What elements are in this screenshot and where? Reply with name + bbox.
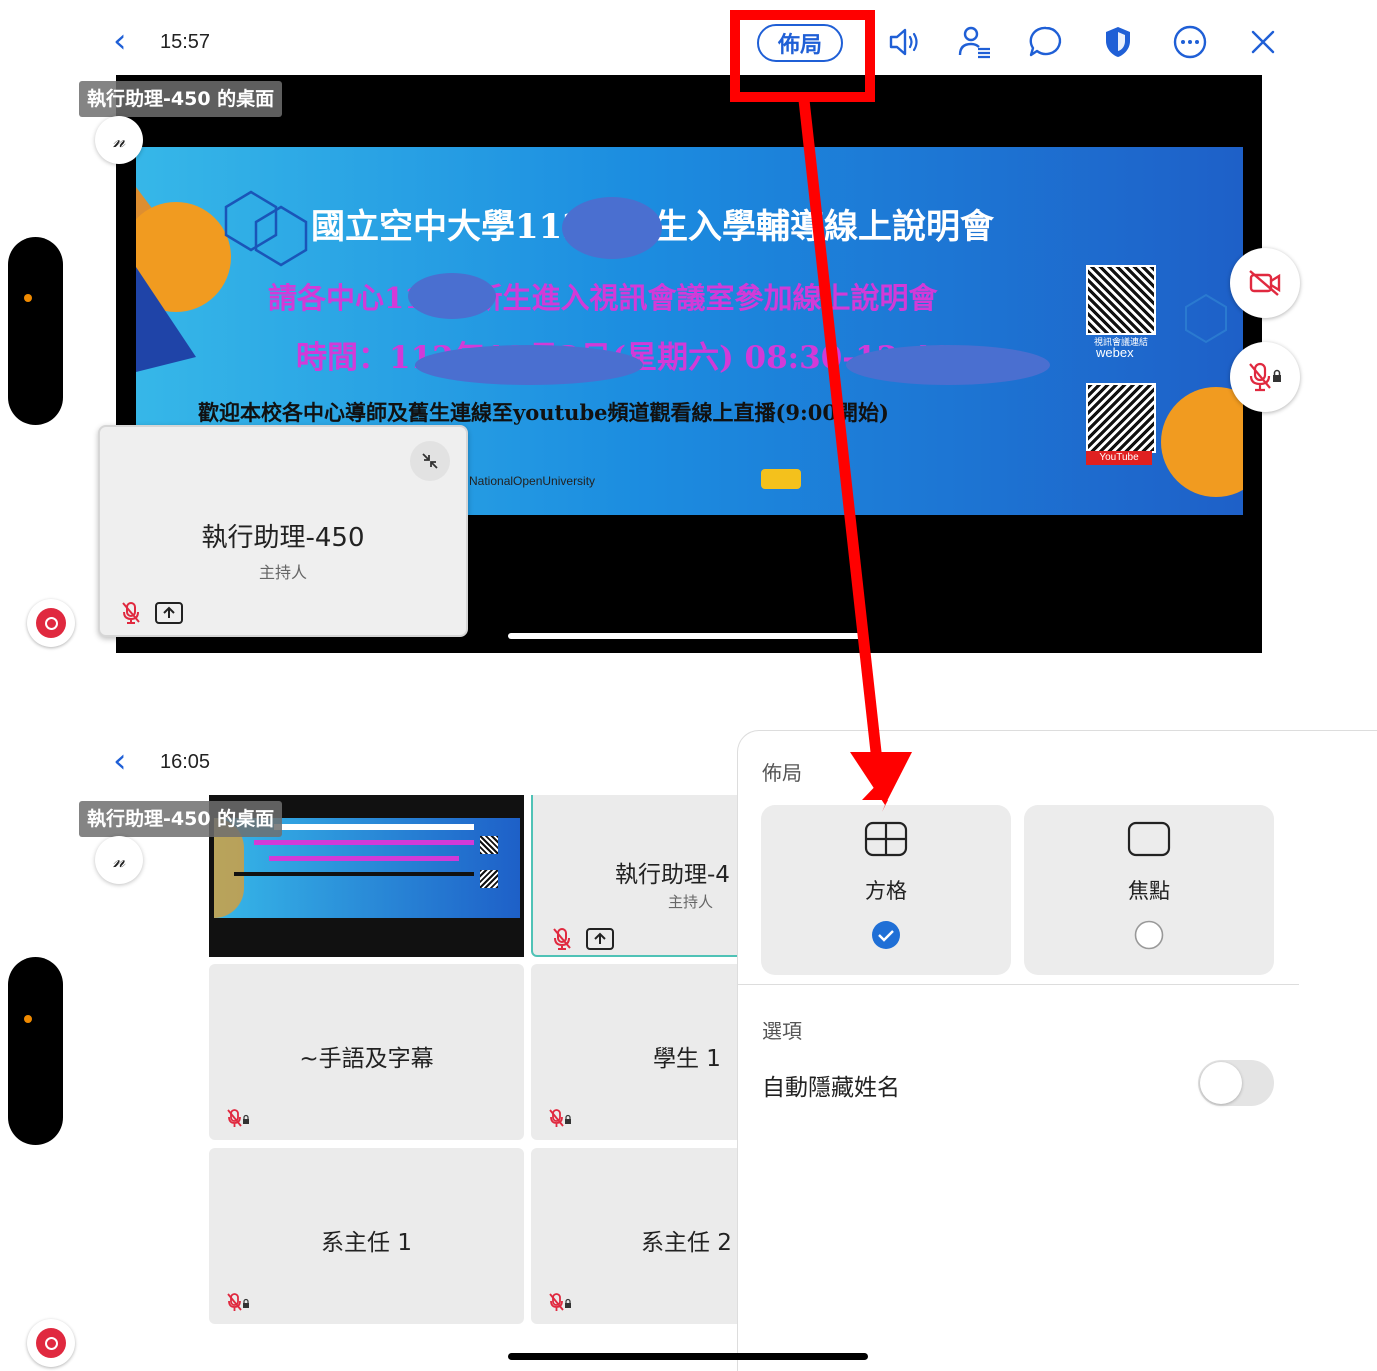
redaction-mark [408, 273, 496, 319]
status-dot [24, 1015, 32, 1023]
youtube-qr-code [1086, 383, 1156, 453]
mic-locked-button[interactable] [1230, 342, 1300, 412]
thumbnail-qr [480, 870, 498, 888]
participant-name: 系主任 2 [641, 1230, 732, 1256]
redaction-mark [846, 345, 1050, 385]
meeting-time: 15:57 [160, 31, 211, 53]
participant-tile[interactable]: ~手語及字幕 [209, 964, 524, 1140]
record-button[interactable] [27, 599, 75, 647]
share-owner-label: 執行助理-450 的桌面 [79, 801, 283, 837]
self-tile-role: 主持人 [258, 563, 307, 582]
minimize-icon[interactable] [410, 441, 450, 481]
mic-muted-icon [122, 602, 140, 624]
mic-muted-locked-icon [227, 1293, 249, 1311]
security-shield-icon[interactable] [1098, 22, 1138, 62]
host-video-tile[interactable]: 執行助理-4 主持人 [531, 795, 761, 957]
back-chevron-icon[interactable]: ‹ [113, 24, 127, 58]
thumbnail-qr [480, 836, 498, 854]
auto-hide-names-label: 自動隱藏姓名 [762, 1075, 900, 1101]
share-screen-icon [155, 602, 183, 624]
record-button[interactable] [27, 1319, 75, 1367]
mic-muted-locked-icon [227, 1109, 249, 1127]
focus-option-label: 焦點 [1128, 879, 1170, 903]
thumbnail-line [269, 856, 459, 861]
self-tile-name: 執行助理-450 [201, 523, 365, 553]
home-indicator [508, 633, 868, 639]
chat-icon[interactable] [1026, 22, 1066, 62]
host-tile-role: 主持人 [668, 893, 714, 911]
side-handle[interactable] [8, 957, 63, 1145]
options-section-title: 選項 [762, 1019, 802, 1043]
grid-layout-icon [864, 821, 908, 857]
webex-qr-code [1086, 265, 1156, 335]
close-icon[interactable] [1243, 22, 1283, 62]
side-handle[interactable] [8, 237, 63, 425]
webex-brand: webex [1096, 345, 1134, 360]
more-options-icon[interactable] [1170, 22, 1210, 62]
participant-tile[interactable]: 系主任 2 [531, 1148, 761, 1324]
participant-tile[interactable]: 系主任 1 [209, 1148, 524, 1324]
status-dot [24, 294, 32, 302]
meeting-time: 16:05 [160, 751, 211, 773]
grid-option-label: 方格 [865, 879, 907, 903]
department-logo [761, 469, 801, 489]
speaker-icon[interactable] [884, 22, 924, 62]
redaction-mark [562, 197, 662, 259]
thumbnail-title-line [274, 824, 474, 830]
highlight-box [730, 10, 875, 102]
mic-muted-icon [553, 928, 571, 950]
layout-option-focus[interactable]: 焦點 [1024, 805, 1274, 975]
mic-muted-locked-icon [549, 1293, 571, 1311]
annotate-pen-icon[interactable]: 𝓃 [95, 836, 143, 884]
host-tile-name: 執行助理-4 [615, 862, 730, 888]
video-off-icon [1249, 270, 1281, 296]
layout-option-grid[interactable]: 方格 [761, 805, 1011, 975]
participant-name: 系主任 1 [321, 1230, 412, 1256]
home-indicator [508, 1353, 868, 1360]
mic-muted-locked-icon [549, 1109, 571, 1127]
annotate-pen-icon[interactable]: 𝓃 [95, 116, 143, 164]
toggle-knob [1200, 1062, 1242, 1104]
radio-unchecked-icon[interactable] [1134, 920, 1164, 950]
share-owner-label: 執行助理-450 的桌面 [79, 81, 283, 117]
radio-checked-icon[interactable] [871, 920, 901, 950]
focus-layout-icon [1127, 821, 1171, 857]
participant-name: ~手語及字幕 [299, 1046, 434, 1072]
share-screen-icon [586, 928, 614, 950]
auto-hide-names-toggle[interactable] [1198, 1060, 1274, 1106]
panel-divider [737, 984, 1299, 985]
mic-muted-locked-icon [1249, 362, 1281, 392]
participant-name: 學生 1 [653, 1046, 721, 1072]
banner-line2: 請各中心112下新生進入視訊會議室參加線上說明會 [268, 281, 938, 315]
youtube-brand: YouTube [1086, 451, 1152, 465]
video-off-button[interactable] [1230, 248, 1300, 318]
back-chevron-icon[interactable]: ‹ [113, 744, 127, 778]
nou-logo: NationalOpenUniversity [469, 474, 596, 488]
thumbnail-line [254, 840, 474, 845]
redaction-mark [415, 345, 643, 385]
layout-panel-title: 佈局 [762, 761, 802, 785]
self-video-tile[interactable]: 執行助理-450 主持人 [98, 425, 468, 637]
participants-icon[interactable] [955, 22, 995, 62]
thumbnail-line [234, 872, 474, 876]
participant-tile[interactable]: 學生 1 [531, 964, 761, 1140]
banner-line4: 歡迎本校各中心導師及舊生連線至youtube頻道觀看線上直播(9:00開始) [198, 400, 889, 425]
